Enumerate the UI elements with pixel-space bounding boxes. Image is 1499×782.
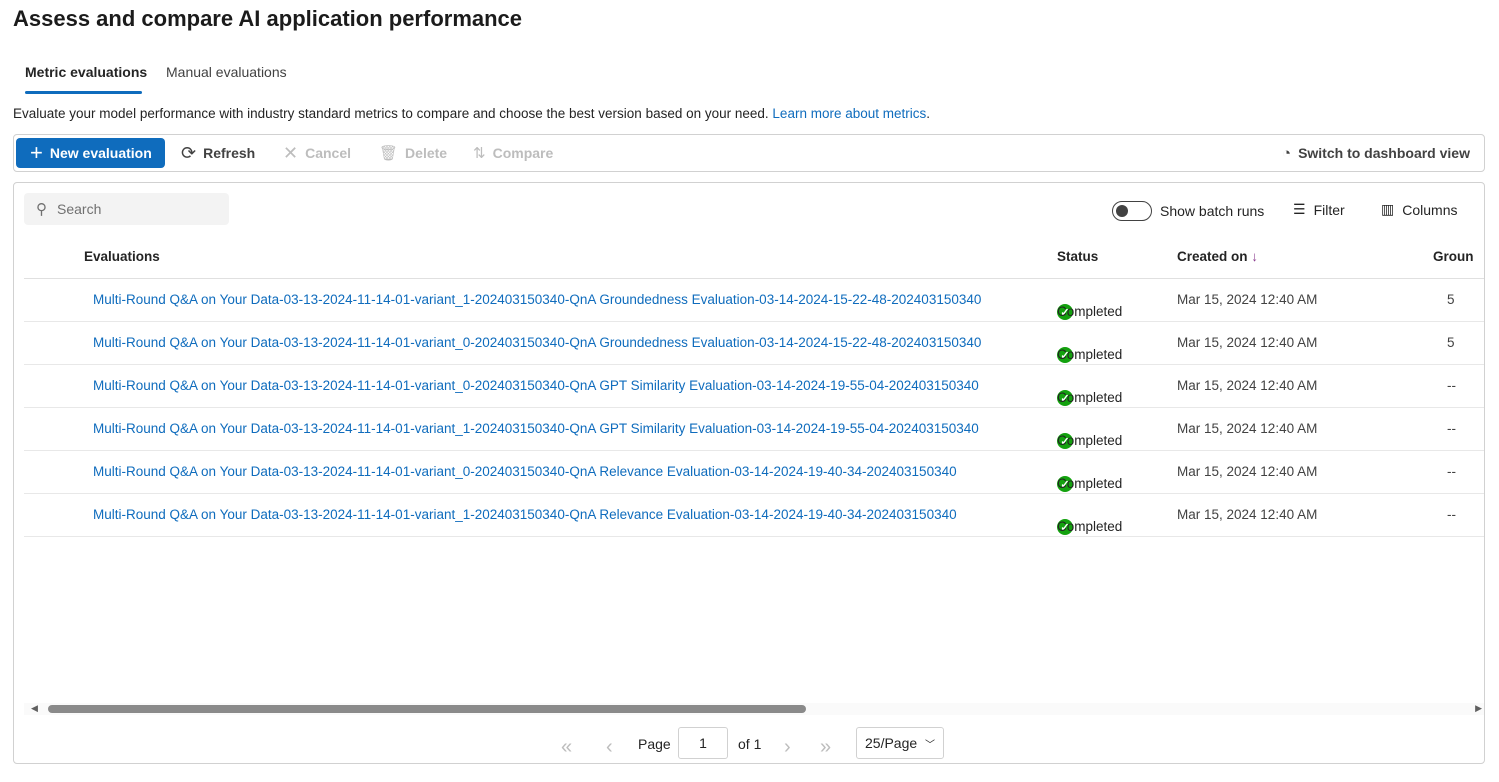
page-number-input[interactable]: 1 — [678, 727, 728, 759]
page-size-dropdown[interactable]: 25/Page ﹀ — [856, 727, 944, 759]
column-header-evaluations[interactable]: Evaluations — [84, 249, 160, 264]
status-text: Completed — [1057, 476, 1123, 491]
compare-icon: ⇅ — [473, 145, 486, 162]
next-page-icon[interactable]: › — [784, 736, 791, 759]
columns-button[interactable]: ▥ Columns — [1381, 201, 1457, 218]
group-cell: -- — [1447, 507, 1456, 522]
search-input[interactable]: ⚲ Search — [24, 193, 229, 225]
status-text: Completed — [1057, 347, 1123, 362]
created-on-cell: Mar 15, 2024 12:40 AM — [1177, 421, 1318, 436]
status-text: Completed — [1057, 433, 1123, 448]
evaluation-link[interactable]: Multi-Round Q&A on Your Data-03-13-2024-… — [93, 292, 981, 307]
columns-label: Columns — [1402, 201, 1458, 218]
new-evaluation-button[interactable]: + New evaluation — [16, 138, 165, 168]
toolbar: + New evaluation ⟳ Refresh ✕ Cancel 🗑 Delete… — [13, 134, 1485, 172]
plus-icon: + — [30, 140, 43, 165]
active-tab-indicator — [25, 91, 142, 94]
created-on-cell: Mar 15, 2024 12:40 AM — [1177, 507, 1318, 522]
column-header-group[interactable]: Groun — [1433, 249, 1474, 264]
group-cell: -- — [1447, 378, 1456, 393]
search-icon: ⚲ — [36, 201, 47, 218]
page-title: Assess and compare AI application perfor… — [13, 6, 523, 31]
page-label: Page — [638, 736, 671, 752]
chevron-down-icon: ﹀ — [925, 739, 935, 751]
sort-descending-icon: ↓ — [1251, 249, 1259, 264]
column-header-created-on[interactable]: Created on ↓ — [1177, 249, 1258, 264]
created-on-cell: Mar 15, 2024 12:40 AM — [1177, 464, 1318, 479]
previous-page-icon[interactable]: ‹ — [606, 736, 613, 759]
created-on-cell: Mar 15, 2024 12:40 AM — [1177, 335, 1318, 350]
table-row: Multi-Round Q&A on Your Data-03-13-2024-… — [24, 365, 1484, 408]
last-page-icon[interactable]: » — [820, 736, 831, 759]
description-end: . — [926, 106, 931, 121]
toggle-switch[interactable] — [1112, 201, 1152, 221]
table-row: Multi-Round Q&A on Your Data-03-13-2024-… — [24, 322, 1484, 365]
table-row: Multi-Round Q&A on Your Data-03-13-2024-… — [24, 279, 1484, 322]
evaluation-link[interactable]: Multi-Round Q&A on Your Data-03-13-2024-… — [93, 464, 957, 479]
table-row: Multi-Round Q&A on Your Data-03-13-2024-… — [24, 494, 1484, 537]
tab-manual-evaluations[interactable]: Manual evaluations — [166, 64, 287, 80]
group-cell: -- — [1447, 421, 1456, 436]
dashboard-chart-icon: ◔ — [1282, 144, 1292, 162]
refresh-label: Refresh — [203, 145, 256, 161]
evaluation-link[interactable]: Multi-Round Q&A on Your Data-03-13-2024-… — [93, 378, 979, 393]
delete-label: Delete — [405, 145, 448, 161]
evaluations-table-card: ⚲ Search Show batch runs ☰ Filter ▥ Columns… — [13, 182, 1485, 764]
page-size-value: 25/Page — [865, 735, 918, 751]
scroll-right-icon[interactable]: ▶ — [1475, 703, 1482, 714]
filter-label: Filter — [1313, 201, 1345, 218]
group-cell: -- — [1447, 464, 1456, 479]
filter-icon: ☰ — [1293, 201, 1306, 217]
description-text: Evaluate your model performance with ind… — [13, 106, 773, 121]
created-on-label: Created on — [1177, 249, 1248, 264]
status-text: Completed — [1057, 519, 1123, 534]
delete-button[interactable]: 🗑 Delete — [379, 138, 447, 168]
page-count: of 1 — [738, 736, 762, 752]
group-cell: 5 — [1447, 335, 1455, 350]
search-placeholder: Search — [57, 201, 102, 217]
tab-metric-evaluations[interactable]: Metric evaluations — [25, 64, 147, 80]
group-cell: 5 — [1447, 292, 1455, 307]
scrollbar-thumb[interactable] — [48, 705, 806, 713]
toggle-label: Show batch runs — [1160, 203, 1265, 219]
status-text: Completed — [1057, 390, 1123, 405]
evaluation-link[interactable]: Multi-Round Q&A on Your Data-03-13-2024-… — [93, 507, 957, 522]
first-page-icon[interactable]: « — [561, 736, 572, 759]
columns-icon: ▥ — [1381, 201, 1395, 217]
compare-label: Compare — [492, 145, 554, 161]
compare-button[interactable]: ⇅ Compare — [473, 138, 553, 168]
filter-button[interactable]: ☰ Filter — [1293, 201, 1345, 218]
trash-icon: 🗑 — [379, 145, 399, 162]
switch-dashboard-button[interactable]: ◔ Switch to dashboard view — [1282, 138, 1470, 168]
column-header-status[interactable]: Status — [1057, 249, 1098, 264]
close-icon: ✕ — [283, 142, 299, 163]
evaluation-link[interactable]: Multi-Round Q&A on Your Data-03-13-2024-… — [93, 335, 981, 350]
table-row: Multi-Round Q&A on Your Data-03-13-2024-… — [24, 408, 1484, 451]
show-batch-runs-toggle[interactable]: Show batch runs — [1112, 201, 1264, 221]
cancel-label: Cancel — [305, 145, 352, 161]
horizontal-scrollbar[interactable]: ◀ ▶ — [24, 703, 1484, 715]
created-on-cell: Mar 15, 2024 12:40 AM — [1177, 292, 1318, 307]
refresh-icon: ⟳ — [181, 142, 197, 163]
refresh-button[interactable]: ⟳ Refresh — [181, 138, 255, 168]
status-text: Completed — [1057, 304, 1123, 319]
created-on-cell: Mar 15, 2024 12:40 AM — [1177, 378, 1318, 393]
description: Evaluate your model performance with ind… — [13, 106, 930, 121]
cancel-button[interactable]: ✕ Cancel — [283, 138, 351, 168]
learn-more-link[interactable]: Learn more about metrics — [772, 106, 926, 121]
evaluation-link[interactable]: Multi-Round Q&A on Your Data-03-13-2024-… — [93, 421, 979, 436]
new-evaluation-label: New evaluation — [49, 145, 152, 161]
table-row: Multi-Round Q&A on Your Data-03-13-2024-… — [24, 451, 1484, 494]
switch-dashboard-label: Switch to dashboard view — [1298, 145, 1470, 161]
scroll-left-icon[interactable]: ◀ — [31, 703, 38, 714]
